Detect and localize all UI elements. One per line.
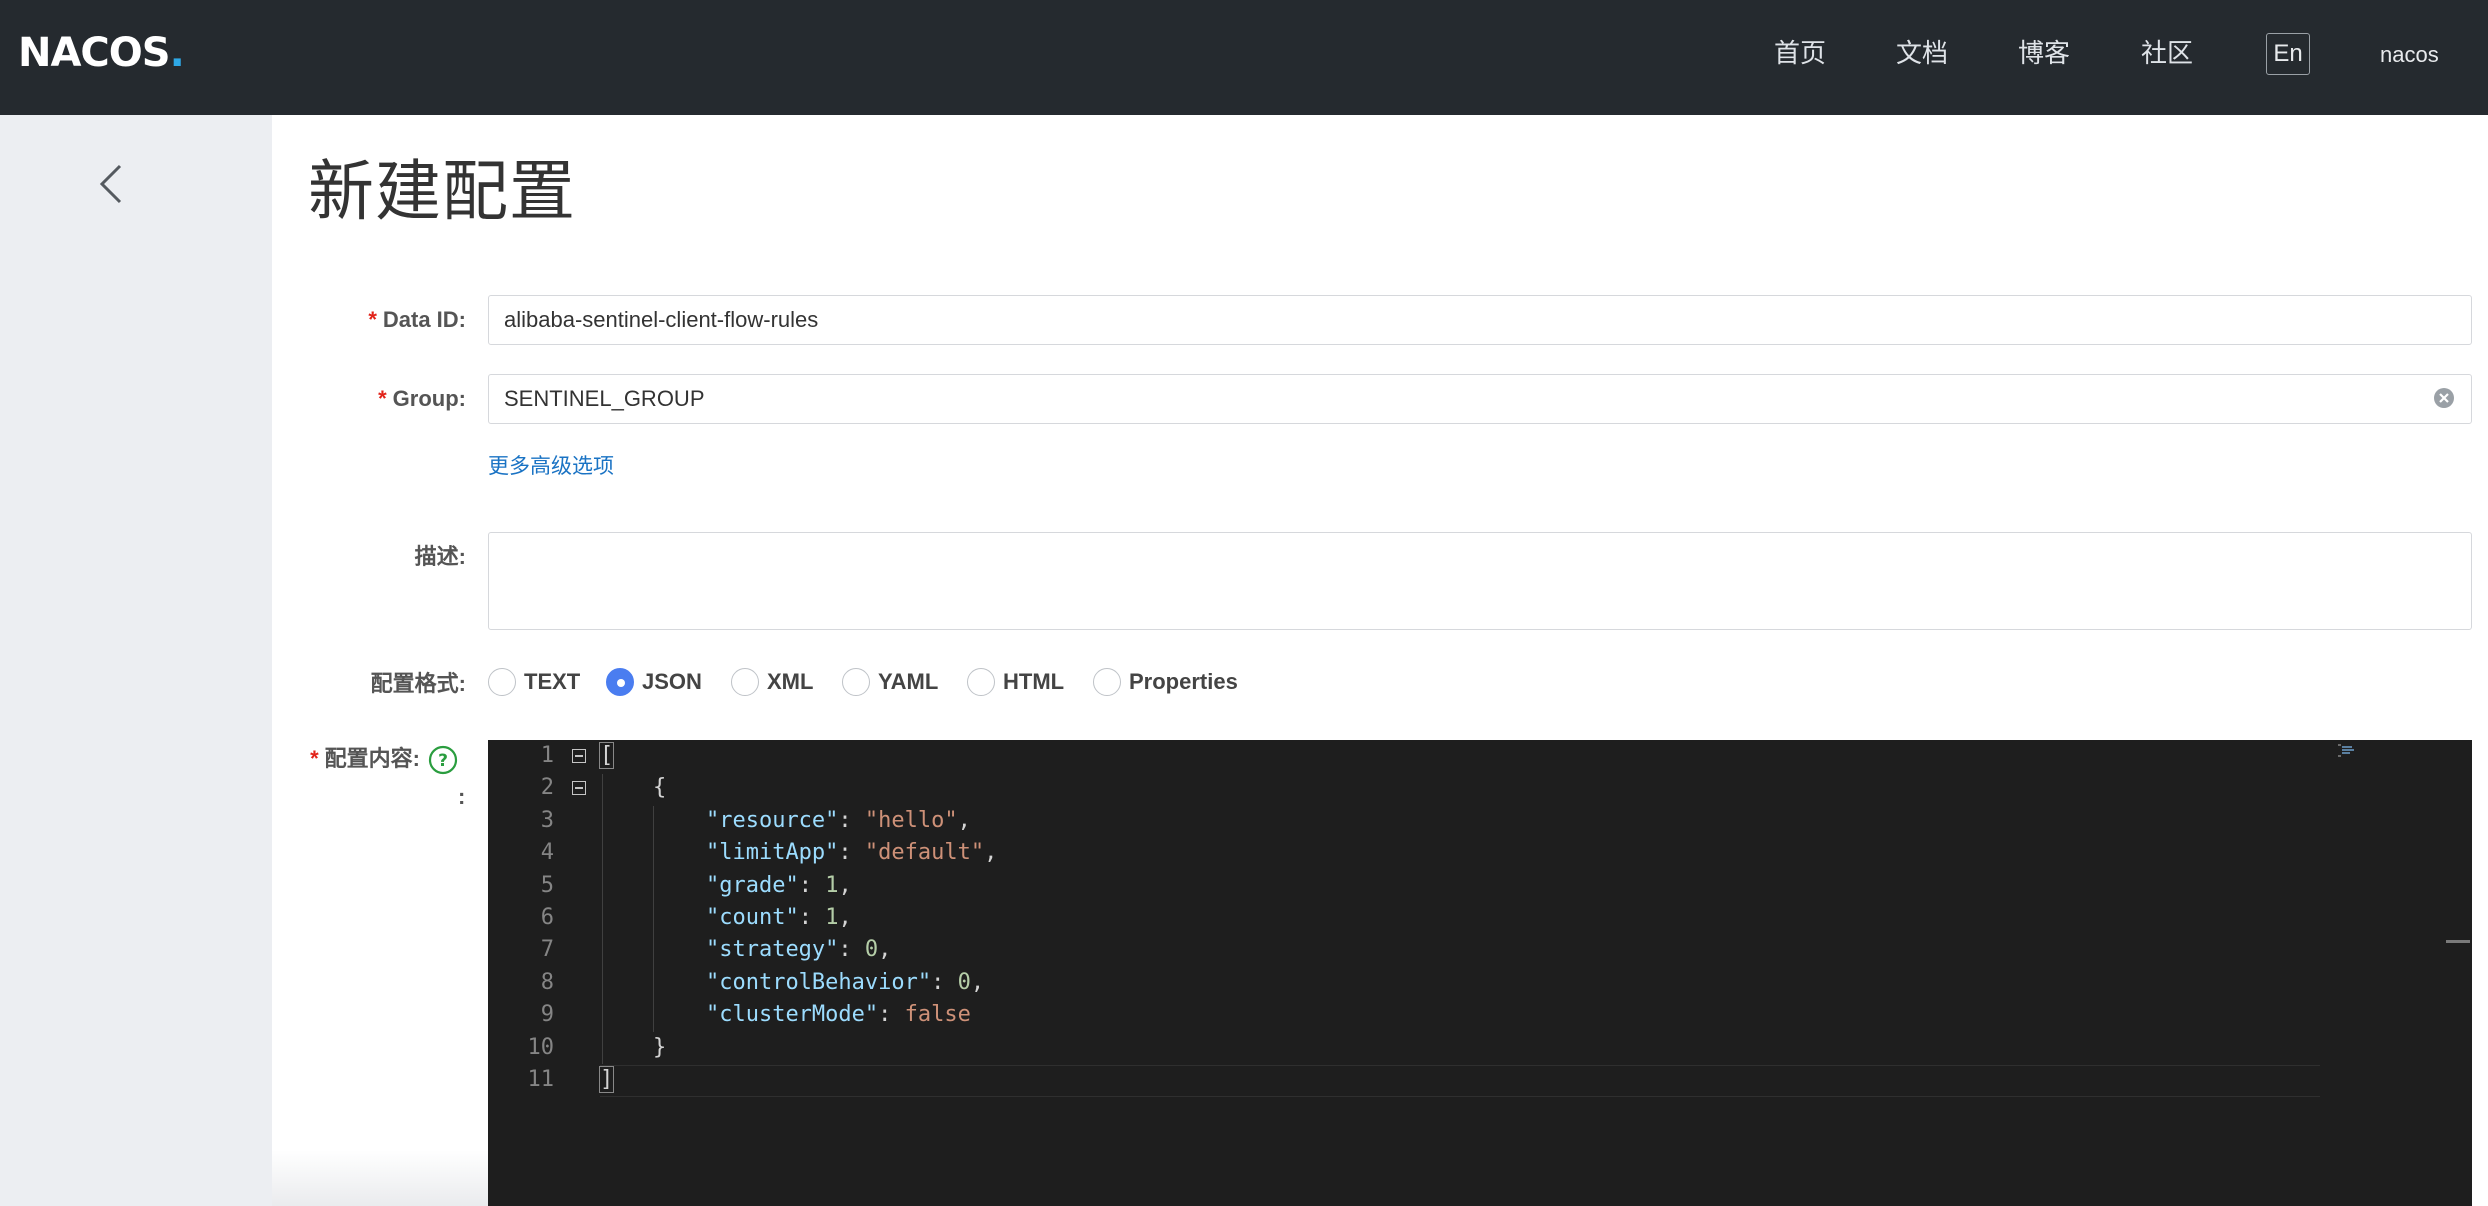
code-line: } — [652, 1034, 667, 1060]
description-label: 描述: — [414, 544, 466, 569]
line-number: 11 — [527, 1067, 555, 1092]
panel-shadow — [272, 1150, 488, 1206]
group-label: * Group: — [378, 384, 466, 414]
radio-circle — [1093, 668, 1121, 696]
radio-label: XML — [767, 669, 814, 694]
format-radio-xml[interactable]: XML — [731, 666, 813, 698]
editor-minimap[interactable] — [2336, 740, 2472, 1206]
user-name[interactable]: nacos — [2380, 38, 2439, 72]
radio-circle — [967, 668, 995, 696]
line-number: 5 — [540, 872, 554, 898]
nav-item-community[interactable]: 社区 — [2141, 36, 2193, 72]
top-navbar: NACOS. 首页 文档 博客 社区 En nacos — [0, 0, 2488, 115]
data-id-label: * Data ID: — [368, 305, 466, 335]
group-label-text: Group: — [392, 386, 466, 411]
back-button[interactable] — [92, 160, 132, 208]
required-mark: * — [310, 746, 319, 771]
code-line: "grade": 1, — [705, 872, 852, 898]
line-number: 6 — [540, 905, 554, 930]
code-editor[interactable]: 1 2 3 4 5 6 7 8 9 10 11 [ { "resource": … — [488, 740, 2472, 1206]
nacos-logo[interactable]: NACOS. — [18, 30, 185, 76]
line-number: 2 — [540, 775, 554, 801]
code-line: "resource": "hello", — [705, 807, 971, 833]
format-radio-yaml[interactable]: YAML — [842, 666, 938, 698]
line-number: 8 — [540, 969, 554, 995]
code-line: "count": 1, — [705, 905, 852, 930]
radio-circle — [842, 668, 870, 696]
help-question-icon[interactable]: ? — [428, 745, 458, 775]
data-id-input[interactable]: alibaba-sentinel-client-flow-rules — [488, 295, 2472, 345]
code-line: "clusterMode": false — [705, 1002, 971, 1028]
radio-label: TEXT — [524, 669, 581, 694]
line-number: 10 — [527, 1034, 555, 1060]
line-number: 3 — [540, 807, 554, 833]
fold-icon[interactable] — [572, 781, 586, 795]
svg-text:?: ? — [438, 751, 448, 771]
content-label-text: 配置内容: — [324, 746, 420, 771]
radio-circle-checked — [606, 668, 634, 696]
code-line: [ — [598, 742, 615, 769]
line-number: 9 — [540, 1002, 554, 1028]
required-mark: * — [368, 307, 377, 332]
clear-circle-icon[interactable] — [2432, 386, 2456, 410]
code-line: "limitApp": "default", — [705, 840, 998, 866]
minimap-preview-icon — [2338, 744, 2354, 757]
page-title: 新建配置 — [308, 153, 576, 230]
code-line: ] — [598, 1066, 615, 1093]
format-radio-json[interactable]: JSON — [606, 666, 702, 698]
radio-label: HTML — [1003, 669, 1065, 694]
line-number: 4 — [540, 840, 554, 866]
radio-label: Properties — [1129, 669, 1238, 694]
line-number: 1 — [540, 743, 554, 768]
advanced-options-link[interactable]: 更多高级选项 — [488, 451, 614, 481]
logo-dot: . — [169, 30, 185, 76]
back-chevron-icon — [99, 164, 122, 204]
format-label: 配置格式: — [370, 671, 466, 696]
language-toggle-button[interactable]: En — [2266, 33, 2310, 75]
radio-label: JSON — [642, 669, 702, 694]
content-label: * 配置内容: — [310, 744, 420, 774]
code-line: "strategy": 0, — [705, 937, 892, 963]
format-radio-text[interactable]: TEXT — [488, 666, 580, 698]
radio-label: YAML — [878, 669, 939, 694]
description-textarea[interactable] — [488, 532, 2472, 630]
format-radio-html[interactable]: HTML — [967, 666, 1064, 698]
radio-circle — [488, 668, 516, 696]
radio-circle — [731, 668, 759, 696]
code-line: "controlBehavior": 0, — [705, 969, 985, 995]
nav-item-home[interactable]: 首页 — [1774, 36, 1826, 72]
editor-scrollbar[interactable] — [2446, 940, 2470, 943]
data-id-label-text: Data ID: — [382, 307, 466, 332]
format-radio-properties[interactable]: Properties — [1093, 666, 1238, 698]
line-number: 7 — [540, 937, 554, 963]
content-label-colon: : — [458, 784, 466, 809]
logo-text: NACOS — [18, 30, 171, 76]
nav-item-blog[interactable]: 博客 — [2018, 36, 2070, 72]
sidebar — [0, 115, 272, 1206]
code-line: { — [652, 775, 667, 801]
current-line-highlight — [600, 1065, 2320, 1097]
group-input[interactable]: SENTINEL_GROUP — [488, 374, 2472, 424]
required-mark: * — [378, 386, 387, 411]
nav-item-docs[interactable]: 文档 — [1896, 36, 1948, 72]
fold-icon[interactable] — [572, 749, 586, 763]
